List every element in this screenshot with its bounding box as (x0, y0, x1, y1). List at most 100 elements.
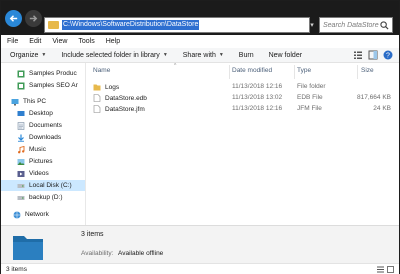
menu-help[interactable]: Help (106, 38, 120, 45)
search-input[interactable]: Search DataStore (319, 17, 393, 33)
details-item-count: 3 items (81, 231, 104, 238)
view-details-icon[interactable] (353, 50, 363, 60)
sort-caret-icon: ^ (174, 63, 177, 69)
caret-down-icon: ▼ (162, 52, 168, 58)
file-date: 11/13/2018 12:16 (232, 105, 283, 112)
explorer-window: C:\Windows\SoftwareDistribution\DataStor… (0, 0, 400, 274)
pictures-icon (17, 158, 25, 165)
disk-icon (17, 183, 25, 188)
arrow-right-icon (29, 15, 38, 22)
preview-pane-icon[interactable] (368, 50, 378, 60)
share-label: Share with (182, 51, 216, 59)
videos-icon (17, 170, 25, 177)
documents-icon (17, 121, 25, 130)
column-divider[interactable] (229, 65, 230, 79)
navigation-pane: Samples Produc Samples SEO Ar This PC De… (1, 63, 86, 225)
file-row[interactable]: DataStore.jfm 11/13/2018 12:16 JFM File … (87, 104, 399, 115)
menu-tools[interactable]: Tools (78, 38, 94, 45)
search-icon (380, 21, 389, 30)
file-row[interactable]: DataStore.edb 11/13/2018 13:02 EDB File … (87, 93, 399, 104)
menu-file[interactable]: File (7, 38, 18, 45)
column-header-type[interactable]: Type (297, 67, 311, 74)
nav-item-desktop[interactable]: Desktop (1, 108, 85, 119)
organize-button[interactable]: Organize ▼ (10, 52, 46, 59)
nav-label: backup (D:) (29, 194, 63, 201)
nav-item-pictures[interactable]: Pictures (1, 156, 85, 167)
column-header-size[interactable]: Size (361, 67, 374, 74)
command-bar: Organize ▼ Include selected folder in lib… (1, 48, 399, 63)
large-icons-view-icon[interactable] (387, 266, 394, 273)
folder-icon (48, 21, 59, 29)
details-view-icon[interactable] (377, 266, 384, 273)
menu-view[interactable]: View (52, 38, 67, 45)
desktop-icon (17, 110, 25, 116)
svg-text:?: ? (386, 53, 390, 60)
details-pane: 3 items Availability: Available offline (1, 225, 399, 263)
file-name-cell: Logs (93, 83, 119, 91)
layout-toggle (374, 266, 394, 273)
file-name: DataStore.edb (105, 94, 147, 102)
burn-button[interactable]: Burn (239, 52, 254, 59)
help-icon[interactable]: ? (383, 50, 393, 60)
caret-down-icon: ▼ (41, 52, 47, 58)
forward-button[interactable] (25, 10, 42, 27)
file-icon (93, 94, 101, 102)
music-icon (18, 145, 25, 153)
address-path: C:\Windows\SoftwareDistribution\DataStor… (62, 20, 200, 30)
pc-icon (11, 98, 19, 105)
back-button[interactable] (5, 10, 22, 27)
nav-label: Documents (29, 122, 62, 129)
new-folder-button[interactable]: New folder (269, 52, 302, 59)
file-name-cell: DataStore.edb (93, 94, 147, 102)
column-header-date[interactable]: Date modified (232, 67, 272, 74)
nav-item-this-pc[interactable]: This PC (1, 96, 85, 107)
nav-item-downloads[interactable]: Downloads (1, 132, 85, 143)
nav-item-documents[interactable]: Documents (1, 120, 85, 131)
nav-label: Local Disk (C:) (29, 182, 72, 189)
burn-label: Burn (238, 51, 254, 59)
file-size: 24 KB (373, 105, 391, 112)
file-list: ^ Name Date modified Type Size Logs 11/1… (87, 63, 399, 225)
share-with-button[interactable]: Share with ▼ (183, 52, 224, 59)
file-type: EDB File (297, 94, 323, 101)
folder-icon (13, 236, 43, 260)
column-header-name[interactable]: Name (93, 67, 110, 74)
file-row[interactable]: Logs 11/13/2018 12:16 File folder (87, 82, 399, 93)
nav-item-samples-produc[interactable]: Samples Produc (1, 68, 85, 79)
menu-edit[interactable]: Edit (29, 38, 41, 45)
status-item-count: 3 items (6, 266, 27, 273)
nav-item-backup-d[interactable]: backup (D:) (1, 192, 85, 203)
folder-icon (93, 84, 101, 91)
address-field[interactable]: C:\Windows\SoftwareDistribution\DataStor… (44, 17, 310, 33)
nav-label: Videos (29, 170, 49, 177)
nav-item-music[interactable]: Music (1, 144, 85, 155)
file-name: DataStore.jfm (105, 105, 145, 113)
caret-down-icon: ▼ (218, 52, 224, 58)
nav-item-samples-seo[interactable]: Samples SEO Ar (1, 80, 85, 91)
chevron-down-icon[interactable]: ▾ (308, 17, 316, 33)
nav-label: This PC (23, 98, 47, 105)
file-type: File folder (297, 83, 326, 90)
status-bar: 3 items (1, 263, 399, 274)
nav-item-network[interactable]: Network (1, 209, 85, 220)
samples-icon (17, 70, 25, 77)
file-type: JFM File (297, 105, 322, 112)
new-folder-label: New folder (268, 51, 303, 59)
include-in-library-button[interactable]: Include selected folder in library ▼ (61, 52, 167, 59)
address-bar-area: C:\Windows\SoftwareDistribution\DataStor… (1, 1, 399, 35)
search-placeholder: Search DataStore (323, 21, 379, 29)
nav-item-local-disk-c[interactable]: Local Disk (C:) (1, 180, 85, 191)
nav-label: Music (29, 146, 46, 153)
nav-label: Samples Produc (29, 70, 77, 77)
downloads-icon (18, 134, 24, 142)
nav-label: Desktop (29, 110, 53, 117)
nav-item-videos[interactable]: Videos (1, 168, 85, 179)
arrow-left-icon (9, 15, 18, 22)
column-divider[interactable] (294, 65, 295, 79)
column-divider[interactable] (357, 65, 358, 79)
menu-bar: File Edit View Tools Help (1, 35, 399, 48)
file-date: 11/13/2018 13:02 (232, 94, 283, 101)
file-size: 817,664 KB (357, 94, 391, 101)
file-name-cell: DataStore.jfm (93, 105, 145, 113)
file-icon (93, 105, 101, 113)
